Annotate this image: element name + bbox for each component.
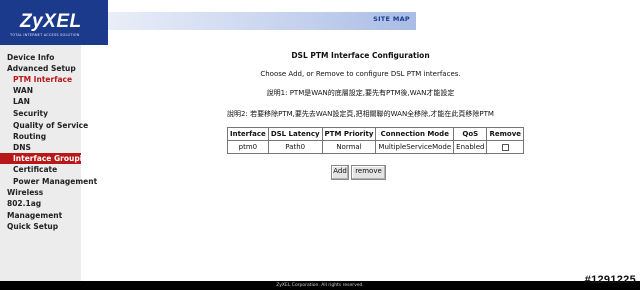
sidebar-item-802-1ag[interactable]: 802.1ag — [0, 198, 88, 209]
sidebar-item-interface-grouping[interactable]: Interface Grouping — [0, 153, 93, 164]
image-watermark: #1291225 — [584, 274, 636, 286]
cell-qos: Enabled — [453, 140, 488, 154]
main-content: DSL PTM Interface Configuration Choose A… — [81, 45, 640, 281]
table-row: ptm0 Path0 Normal MultipleServiceMode En… — [227, 140, 525, 154]
sidebar-item-routing[interactable]: Routing — [0, 131, 81, 142]
header-banner: SITE MAP — [108, 12, 416, 30]
sidebar-item-management[interactable]: Management — [0, 210, 88, 221]
cell-dsl-latency: Path0 — [267, 140, 323, 154]
sidebar-nav: Device Info Advanced Setup PTM Interface… — [0, 45, 97, 281]
column-header-qos: QoS — [453, 127, 488, 141]
sidebar-item-wireless[interactable]: Wireless — [0, 187, 88, 198]
table-header-row: Interface DSL Latency PTM Priority Conne… — [227, 127, 525, 141]
ptm-interface-table: Interface DSL Latency PTM Priority Conne… — [227, 127, 525, 154]
logo-text: ZyXEL — [20, 11, 82, 32]
sidebar-item-device-info[interactable]: Device Info — [0, 52, 88, 63]
zyxel-logo: ZyXEL TOTAL INTERNET ACCESS SOLUTION — [0, 0, 108, 45]
sidebar-item-quality-of-service[interactable]: Quality of Service — [0, 120, 88, 131]
sidebar-item-lan[interactable]: LAN — [0, 96, 81, 107]
column-header-interface: Interface — [227, 127, 269, 141]
sidebar-item-security[interactable]: Security — [0, 108, 81, 119]
sidebar-item-power-management[interactable]: Power Management — [0, 176, 97, 187]
footer: ZyXEL Corporation. All rights reserved. — [0, 281, 640, 290]
note-2: 說明2: 若要移除PTM,要先去WAN設定頁,把相關聯的WAN全移除,才能在此頁… — [227, 110, 494, 118]
site-map-link[interactable]: SITE MAP — [373, 15, 410, 23]
sidebar-item-certificate[interactable]: Certificate — [0, 164, 81, 175]
sidebar-item-ptm-interface[interactable]: PTM Interface — [0, 74, 81, 85]
sidebar-item-advanced-setup[interactable]: Advanced Setup — [0, 63, 88, 74]
column-header-connection-mode: Connection Mode — [375, 127, 455, 141]
sidebar-item-wan[interactable]: WAN — [0, 85, 81, 96]
sidebar-item-dns[interactable]: DNS — [0, 142, 81, 153]
column-header-remove: Remove — [486, 127, 525, 141]
sidebar-item-quick-setup[interactable]: Quick Setup — [0, 221, 88, 232]
page-title: DSL PTM Interface Configuration — [291, 51, 430, 60]
intro-text: Choose Add, or Remove to configure DSL P… — [260, 70, 461, 78]
cell-ptm-priority: Normal — [321, 140, 377, 154]
column-header-dsl-latency: DSL Latency — [267, 127, 323, 141]
cell-remove — [486, 140, 525, 154]
remove-button[interactable]: remove — [351, 165, 386, 180]
remove-checkbox[interactable] — [501, 143, 509, 151]
note-1: 說明1: PTM是WAN的底層設定,要先有PTM後,WAN才能設定 — [266, 89, 455, 97]
add-button[interactable]: Add — [331, 165, 349, 180]
cell-interface: ptm0 — [227, 140, 269, 154]
logo-tagline: TOTAL INTERNET ACCESS SOLUTION — [10, 33, 80, 37]
column-header-ptm-priority: PTM Priority — [321, 127, 377, 141]
cell-connection-mode: MultipleServiceMode — [375, 140, 455, 154]
